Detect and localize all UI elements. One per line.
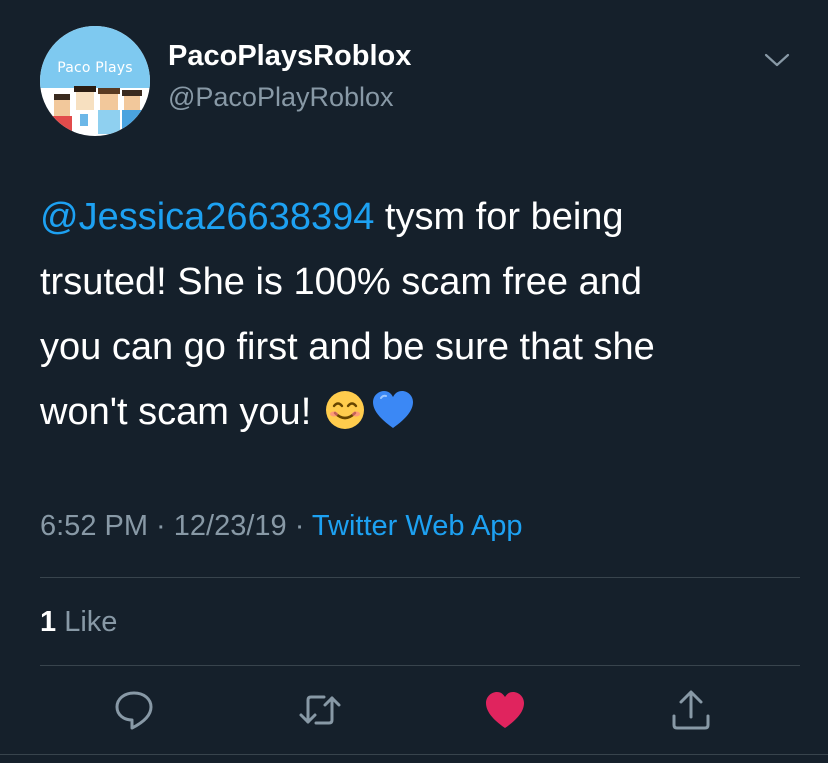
avatar-characters-graphic (52, 86, 142, 134)
retweet-icon[interactable] (298, 688, 342, 732)
tweet-text-line-2: trsuted! She is 100% scam free and (40, 261, 642, 303)
tweet-time[interactable]: 6:52 PM (40, 510, 148, 542)
tweet-meta: 6:52 PM · 12/23/19 · Twitter Web App (40, 510, 523, 543)
tweet-source-link[interactable]: Twitter Web App (312, 510, 523, 542)
meta-separator: · (286, 510, 312, 542)
mention-link[interactable]: @Jessica26638394 (40, 196, 374, 238)
tweet-text-line-3: you can go first and be sure that she (40, 326, 655, 368)
tweet-detail: Paco Plays PacoPlaysRoblox @PacoPlayRobl… (0, 0, 828, 763)
blue-heart-icon (373, 391, 414, 428)
divider (40, 577, 800, 578)
tweet-date[interactable]: 12/23/19 (174, 510, 287, 542)
heart-icon[interactable] (483, 688, 527, 732)
meta-separator: · (148, 510, 174, 542)
reply-icon[interactable] (112, 688, 156, 732)
divider (0, 754, 828, 755)
tweet-text-line-1: tysm for being (374, 196, 624, 238)
divider (40, 665, 800, 666)
tweet-text-line-4: won't scam you! (40, 391, 312, 433)
smiling-face-icon (326, 391, 365, 429)
likes-stat[interactable]: 1 Like (40, 606, 117, 639)
avatar-banner (40, 26, 150, 88)
author-handle[interactable]: @PacoPlayRoblox (168, 82, 394, 113)
chevron-down-icon[interactable] (764, 52, 790, 68)
like-label: Like (56, 606, 118, 638)
avatar[interactable]: Paco Plays (40, 26, 150, 136)
avatar-logo-text: Paco Plays (57, 60, 133, 76)
tweet-text: @Jessica26638394 tysm for being trsuted!… (40, 185, 800, 445)
share-icon[interactable] (669, 688, 713, 732)
author-display-name[interactable]: PacoPlaysRoblox (168, 40, 411, 73)
like-count: 1 (40, 606, 57, 638)
